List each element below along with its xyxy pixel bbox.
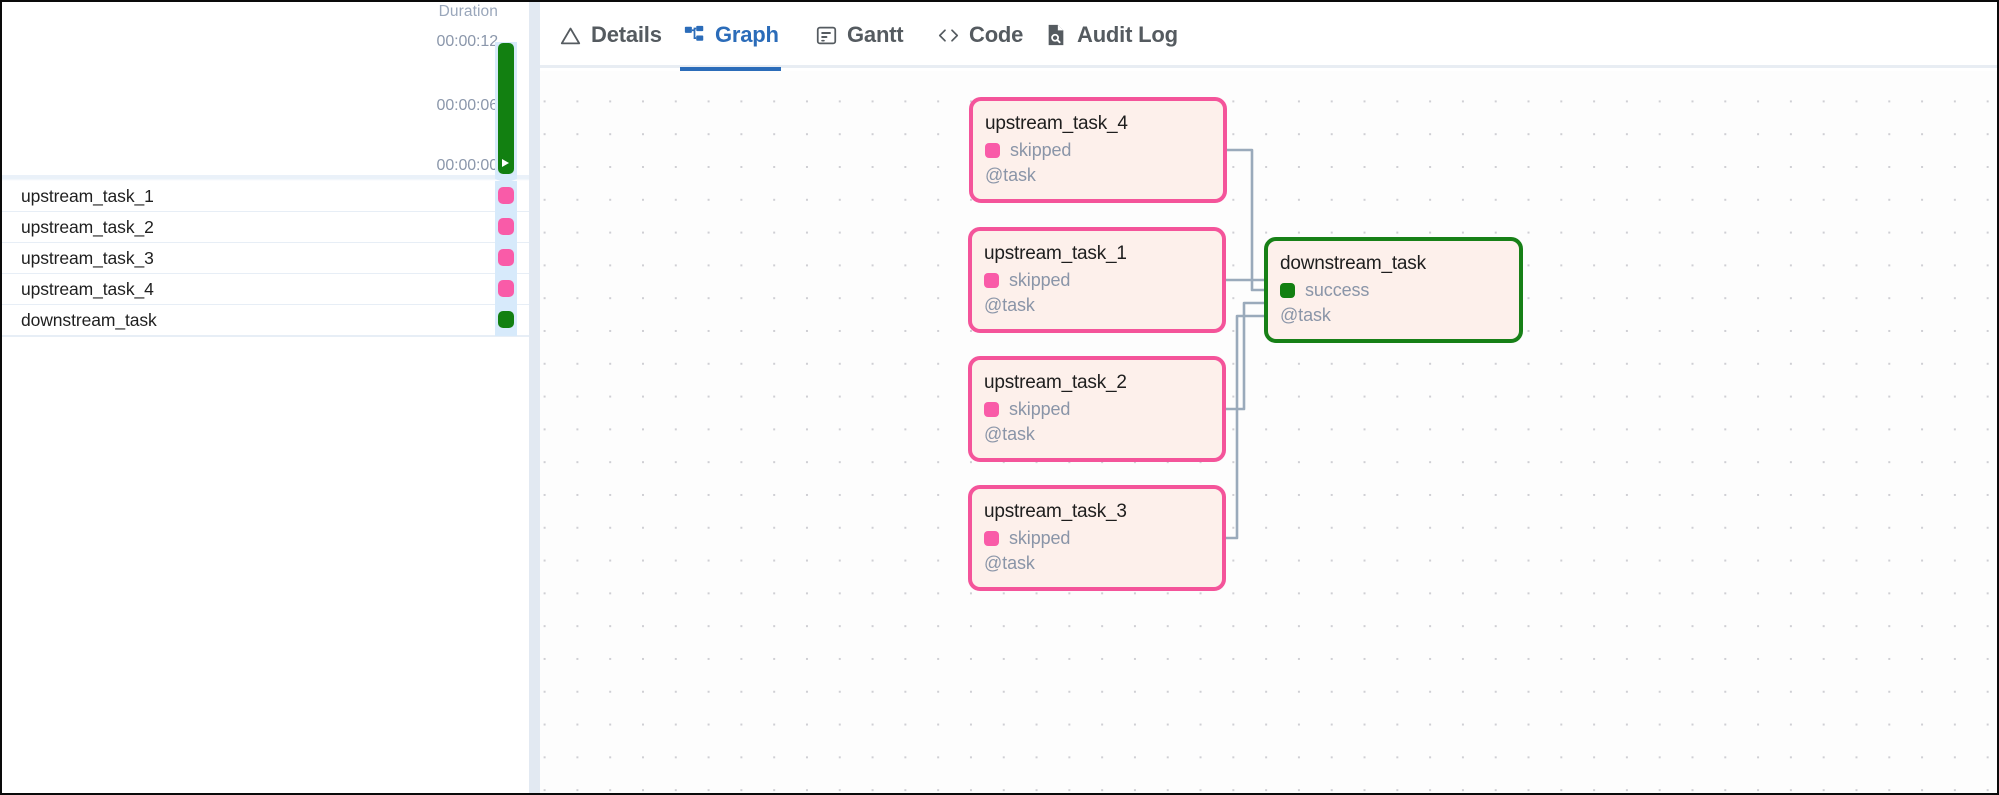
tab-gantt-label: Gantt	[847, 22, 903, 48]
graph-node-upstream_task_2[interactable]: upstream_task_2skipped @task	[968, 356, 1226, 462]
graph-node-state: success	[1280, 280, 1519, 300]
graph-node-title: upstream_task_2	[984, 371, 1222, 394]
gantt-chart-icon	[814, 22, 838, 48]
tab-bar: Details Graph	[540, 2, 1997, 68]
graph-node-state: skipped	[985, 140, 1223, 160]
graph-node-state: skipped	[984, 270, 1222, 290]
airflow-task-view: Duration 00:00:12 00:00:06 00:00:00 upst…	[0, 0, 1999, 795]
code-brackets-icon	[936, 22, 960, 48]
task-row[interactable]: upstream_task_3	[2, 243, 529, 274]
graph-node-upstream_task_3[interactable]: upstream_task_3skipped @task	[968, 485, 1226, 591]
task-row-label: upstream_task_1	[21, 186, 154, 207]
task-row-status-cell[interactable]	[495, 274, 517, 305]
dag-graph-canvas[interactable]: upstream_task_4skipped@taskupstream_task…	[540, 71, 1997, 793]
audit-document-icon	[1044, 22, 1068, 48]
graph-node-state-dot	[984, 402, 999, 417]
task-row[interactable]: upstream_task_4	[2, 274, 529, 305]
graph-node-state: skipped	[984, 399, 1222, 419]
tab-graph[interactable]: Graph	[680, 16, 781, 68]
panel-splitter[interactable]	[529, 2, 540, 793]
task-row-status-cell[interactable]	[495, 305, 517, 336]
graph-node-type: @task	[1280, 304, 1519, 326]
graph-node-state-dot	[984, 531, 999, 546]
graph-node-title: upstream_task_1	[984, 242, 1222, 265]
tab-details-label: Details	[591, 22, 662, 48]
task-row[interactable]: upstream_task_1	[2, 181, 529, 212]
task-row-status-cell[interactable]	[495, 212, 517, 243]
dag-edges	[540, 71, 1997, 793]
task-row-status-square[interactable]	[498, 311, 514, 328]
graph-nodes-icon	[682, 22, 706, 48]
task-row-status-square[interactable]	[498, 249, 514, 266]
task-row-label: downstream_task	[21, 310, 157, 331]
task-row[interactable]: upstream_task_2	[2, 212, 529, 243]
task-row[interactable]: downstream_task	[2, 305, 529, 336]
graph-node-title: downstream_task	[1280, 252, 1519, 275]
duration-axis-tick-00: 00:00:00	[437, 157, 498, 175]
task-row-label: upstream_task_3	[21, 248, 154, 269]
tab-graph-label: Graph	[715, 22, 779, 48]
task-row-label: upstream_task_2	[21, 217, 154, 238]
tab-code[interactable]: Code	[934, 16, 1025, 68]
duration-axis-tick-12: 00:00:12	[437, 33, 498, 51]
graph-node-state: skipped	[984, 528, 1222, 548]
graph-node-state-dot	[985, 143, 1000, 158]
tab-code-label: Code	[969, 22, 1023, 48]
graph-node-upstream_task_4[interactable]: upstream_task_4skipped @task	[969, 97, 1227, 203]
graph-node-downstream_task[interactable]: downstream_tasksuccess @task	[1264, 237, 1523, 343]
tab-audit-log-label: Audit Log	[1077, 22, 1178, 48]
task-detail-panel: Details Graph	[540, 2, 1997, 793]
graph-node-title: upstream_task_4	[985, 112, 1223, 135]
graph-node-type: @task	[984, 552, 1222, 574]
graph-node-state-label: skipped	[1009, 399, 1070, 419]
duration-header-label: Duration	[439, 3, 498, 21]
duration-chart-panel: Duration 00:00:12 00:00:06 00:00:00 upst…	[2, 2, 529, 793]
graph-node-title: upstream_task_3	[984, 500, 1222, 523]
graph-node-type: @task	[984, 423, 1222, 445]
task-row-status-square[interactable]	[498, 218, 514, 235]
graph-node-type: @task	[985, 164, 1223, 186]
task-row-status-square[interactable]	[498, 187, 514, 204]
task-row-list-bottom-edge	[2, 336, 529, 337]
play-triangle-icon	[502, 159, 509, 167]
tab-details[interactable]: Details	[556, 16, 664, 68]
graph-node-upstream_task_1[interactable]: upstream_task_1skipped @task	[968, 227, 1226, 333]
graph-node-state-dot	[984, 273, 999, 288]
task-row-status-cell[interactable]	[495, 181, 517, 212]
task-row-list: upstream_task_1 upstream_task_2 upstream_t…	[2, 181, 529, 336]
duration-axis-tick-06: 00:00:06	[437, 97, 498, 115]
graph-node-type: @task	[984, 294, 1222, 316]
tab-gantt[interactable]: Gantt	[812, 16, 905, 68]
graph-node-state-label: skipped	[1009, 270, 1070, 290]
task-row-label: upstream_task_4	[21, 279, 154, 300]
task-row-status-square[interactable]	[498, 280, 514, 297]
graph-node-state-label: success	[1305, 280, 1369, 300]
duration-bar-success[interactable]	[498, 43, 514, 174]
warning-triangle-icon	[558, 22, 582, 48]
task-row-status-cell[interactable]	[495, 243, 517, 274]
graph-node-state-dot	[1280, 283, 1295, 298]
graph-node-state-label: skipped	[1010, 140, 1071, 160]
tab-audit-log[interactable]: Audit Log	[1042, 16, 1180, 68]
graph-node-state-label: skipped	[1009, 528, 1070, 548]
